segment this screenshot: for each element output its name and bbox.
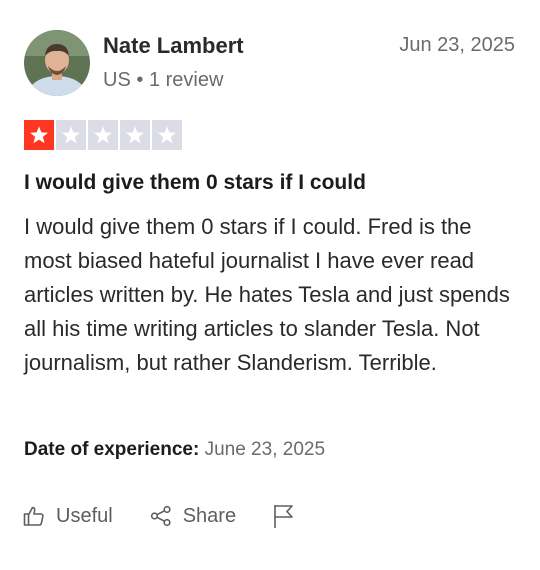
date-of-experience: Date of experience: June 23, 2025 [24, 439, 325, 461]
star-icon [62, 126, 80, 144]
star-icon [30, 126, 48, 144]
star-icon [126, 126, 144, 144]
star-empty [120, 120, 150, 150]
reviewer-meta: US • 1 review [103, 69, 223, 92]
useful-label: Useful [56, 504, 113, 527]
thumbs-up-icon [22, 504, 46, 528]
star-icon [94, 126, 112, 144]
star-empty [56, 120, 86, 150]
experience-label: Date of experience: [24, 439, 200, 460]
meta-separator: • [136, 69, 144, 91]
star-filled [24, 120, 54, 150]
experience-date: June 23, 2025 [204, 439, 326, 460]
share-button[interactable]: Share [149, 504, 236, 528]
reviewer-name[interactable]: Nate Lambert [103, 33, 244, 59]
review-title[interactable]: I would give them 0 stars if I could [24, 171, 366, 195]
reviewer-photo [24, 30, 90, 96]
useful-button[interactable]: Useful [22, 504, 113, 528]
share-icon [149, 504, 173, 528]
review-body: I would give them 0 stars if I could. Fr… [24, 214, 510, 375]
reviewer-country: US [103, 69, 131, 91]
avatar [24, 30, 90, 96]
flag-icon [272, 503, 296, 529]
reviewer-review-count: 1 review [148, 69, 224, 91]
star-icon [158, 126, 176, 144]
share-label: Share [182, 504, 237, 527]
star-rating [24, 120, 182, 150]
review-actions: Useful Share [22, 500, 296, 532]
star-empty [88, 120, 118, 150]
review-date: Jun 23, 2025 [399, 34, 515, 56]
report-button[interactable] [272, 503, 296, 529]
star-empty [152, 120, 182, 150]
